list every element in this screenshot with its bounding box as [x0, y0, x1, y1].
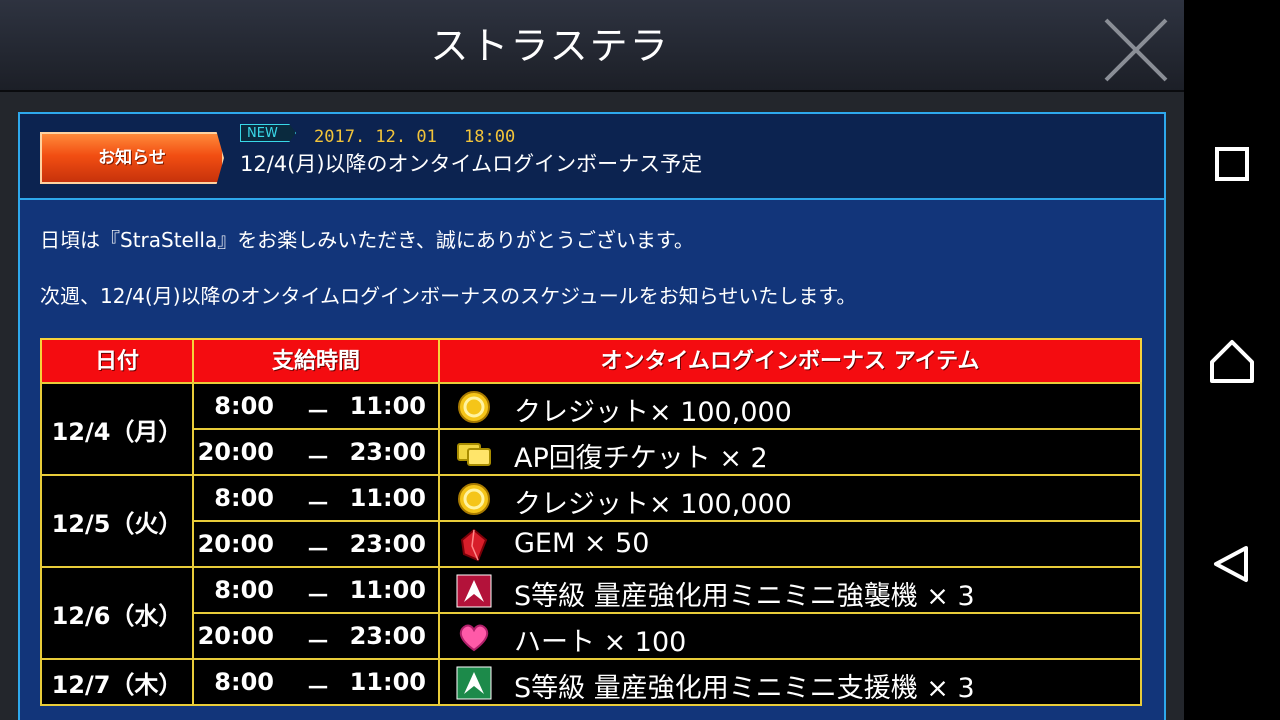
time-cell: 8:00 － 11:00 [192, 474, 440, 522]
recents-icon[interactable] [1202, 134, 1262, 194]
time-end: 11:00 [349, 392, 426, 420]
time-cell: 8:00 － 11:00 [192, 566, 440, 614]
support-unit-icon [456, 666, 492, 700]
table-header-row: 日付 支給時間 オンタイムログインボーナス アイテム [40, 338, 1142, 384]
item-label: クレジット× 100,000 [514, 397, 792, 428]
time-end: 11:00 [349, 484, 426, 512]
item-cell: S等級 量産強化用ミニミニ強襲機 × 3 [438, 566, 1142, 614]
heart-icon [456, 620, 492, 654]
close-icon[interactable] [1098, 12, 1174, 88]
home-icon[interactable] [1202, 332, 1262, 392]
header-time: 支給時間 [192, 338, 440, 384]
item-cell: クレジット× 100,000 [438, 382, 1142, 430]
item-cell: AP回復チケット × 2 [438, 428, 1142, 476]
new-badge: NEW [240, 124, 296, 142]
header-item: オンタイムログインボーナス アイテム [438, 338, 1142, 384]
content-area[interactable]: お知らせ NEW 2017. 12. 01 18:00 12/4(月)以降のオン… [0, 92, 1184, 720]
time-end: 23:00 [349, 438, 426, 466]
body-text-2: 次週、12/4(月)以降のオンタイムログインボーナスのスケジュールをお知らせいた… [40, 284, 857, 308]
notice-header: お知らせ NEW 2017. 12. 01 18:00 12/4(月)以降のオン… [20, 114, 1164, 200]
time-cell: 20:00 － 23:00 [192, 520, 440, 568]
time-cell: 8:00 － 11:00 [192, 382, 440, 430]
time-separator: － [306, 398, 330, 426]
title-bar: ストラステラ [0, 0, 1184, 92]
date-cell: 12/6（水） [40, 566, 194, 660]
time-separator: － [306, 582, 330, 610]
header-date: 日付 [40, 338, 194, 384]
item-cell: S等級 量産強化用ミニミニ支援機 × 3 [438, 658, 1142, 706]
gem-icon [456, 528, 492, 562]
date-cell: 12/4（月） [40, 382, 194, 476]
item-cell: ハート × 100 [438, 612, 1142, 660]
date-cell: 12/7（木） [40, 658, 194, 706]
item-label: ハート × 100 [514, 627, 687, 658]
time-end: 11:00 [349, 576, 426, 604]
ap-ticket-icon [456, 436, 492, 470]
notice-date: 2017. 12. 01 18:00 [314, 127, 516, 147]
time-end: 23:00 [349, 622, 426, 650]
item-label: S等級 量産強化用ミニミニ支援機 × 3 [514, 673, 975, 704]
date-cell: 12/5（火） [40, 474, 194, 568]
time-start: 8:00 [214, 668, 274, 696]
time-start: 20:00 [197, 530, 274, 558]
time-separator: － [306, 444, 330, 472]
item-cell: GEM × 50 [438, 520, 1142, 568]
credit-coin-icon [456, 390, 492, 424]
time-end: 11:00 [349, 668, 426, 696]
time-start: 8:00 [214, 392, 274, 420]
time-end: 23:00 [349, 530, 426, 558]
body-text-1: 日頃は『StraStella』をお楽しみいただき、誠にありがとうございます。 [40, 228, 694, 252]
item-label: S等級 量産強化用ミニミニ強襲機 × 3 [514, 581, 975, 612]
time-start: 20:00 [197, 438, 274, 466]
time-cell: 20:00 － 23:00 [192, 612, 440, 660]
item-label: クレジット× 100,000 [514, 489, 792, 520]
back-icon[interactable] [1202, 534, 1262, 594]
item-label: AP回復チケット × 2 [514, 443, 768, 474]
item-cell: クレジット× 100,000 [438, 474, 1142, 522]
time-separator: － [306, 536, 330, 564]
notice-panel: お知らせ NEW 2017. 12. 01 18:00 12/4(月)以降のオン… [18, 112, 1166, 720]
app-title: ストラステラ [430, 24, 670, 68]
time-cell: 20:00 － 23:00 [192, 428, 440, 476]
android-nav-bar [1184, 0, 1280, 720]
item-label: GEM × 50 [514, 528, 650, 559]
time-start: 8:00 [214, 484, 274, 512]
time-separator: － [306, 674, 330, 702]
time-start: 8:00 [214, 576, 274, 604]
category-badge: お知らせ [40, 132, 224, 184]
assault-unit-icon [456, 574, 492, 608]
credit-coin-icon [456, 482, 492, 516]
time-cell: 8:00 － 11:00 [192, 658, 440, 706]
notice-title: 12/4(月)以降のオンタイムログインボーナス予定 [240, 152, 703, 176]
time-separator: － [306, 490, 330, 518]
time-start: 20:00 [197, 622, 274, 650]
time-separator: － [306, 628, 330, 656]
